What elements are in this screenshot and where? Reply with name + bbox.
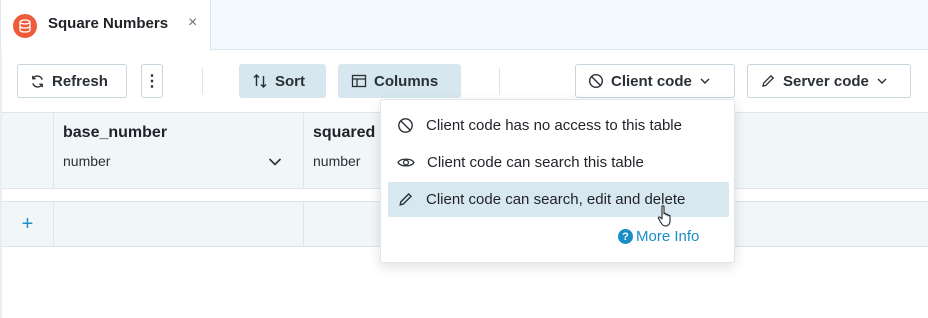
no-access-icon: [588, 73, 604, 89]
more-options-button[interactable]: ⋮: [141, 64, 163, 98]
menu-item-search[interactable]: Client code can search this table: [388, 145, 729, 180]
columns-button[interactable]: Columns: [338, 64, 461, 98]
no-access-icon: [398, 118, 413, 133]
pencil-icon: [399, 192, 413, 206]
chevron-down-icon: [700, 78, 710, 84]
refresh-label: Refresh: [52, 72, 108, 90]
hand-cursor-icon: [657, 205, 671, 227]
help-icon: ?: [618, 229, 633, 244]
client-code-button[interactable]: Client code: [575, 64, 735, 98]
divider: [202, 68, 203, 94]
sort-icon: [253, 74, 267, 88]
menu-item-label: Client code has no access to this table: [426, 117, 682, 134]
add-row-cell[interactable]: [54, 202, 304, 246]
column-name: squared: [313, 124, 376, 141]
refresh-button[interactable]: Refresh: [17, 64, 127, 98]
tab-square-numbers[interactable]: Square Numbers ×: [0, 0, 211, 51]
menu-item-no-access[interactable]: Client code has no access to this table: [388, 108, 729, 143]
column-type: number: [63, 153, 111, 169]
menu-item-label: Client code can search this table: [427, 154, 644, 171]
column-header-base-number[interactable]: base_number number: [54, 113, 304, 188]
column-name: base_number: [63, 124, 168, 141]
kebab-icon: ⋮: [144, 73, 160, 90]
menu-item-label: Client code can search, edit and delete: [426, 191, 686, 208]
chevron-down-icon[interactable]: [268, 157, 282, 167]
pencil-icon: [762, 74, 775, 87]
server-code-button[interactable]: Server code: [747, 64, 911, 98]
sort-button[interactable]: Sort: [239, 64, 326, 98]
client-code-menu: Client code has no access to this table …: [380, 99, 735, 263]
server-code-label: Server code: [783, 72, 869, 90]
divider: [499, 68, 500, 94]
add-row-button[interactable]: +: [2, 202, 54, 246]
columns-label: Columns: [374, 72, 439, 90]
more-info-label: More Info: [636, 228, 700, 245]
close-icon[interactable]: ×: [188, 14, 197, 32]
database-icon: [13, 14, 37, 38]
sort-label: Sort: [275, 72, 305, 90]
refresh-icon: [32, 74, 43, 88]
tab-strip: Square Numbers ×: [0, 0, 928, 51]
tab-title: Square Numbers: [48, 15, 169, 32]
row-gutter: [2, 113, 54, 188]
client-code-label: Client code: [611, 72, 692, 90]
column-type: number: [313, 153, 361, 169]
more-info-link[interactable]: ? More Info: [618, 228, 699, 245]
eye-icon: [397, 158, 415, 167]
columns-icon: [351, 74, 367, 88]
chevron-down-icon: [877, 78, 887, 84]
menu-item-search-edit-delete[interactable]: Client code can search, edit and delete: [388, 182, 729, 217]
